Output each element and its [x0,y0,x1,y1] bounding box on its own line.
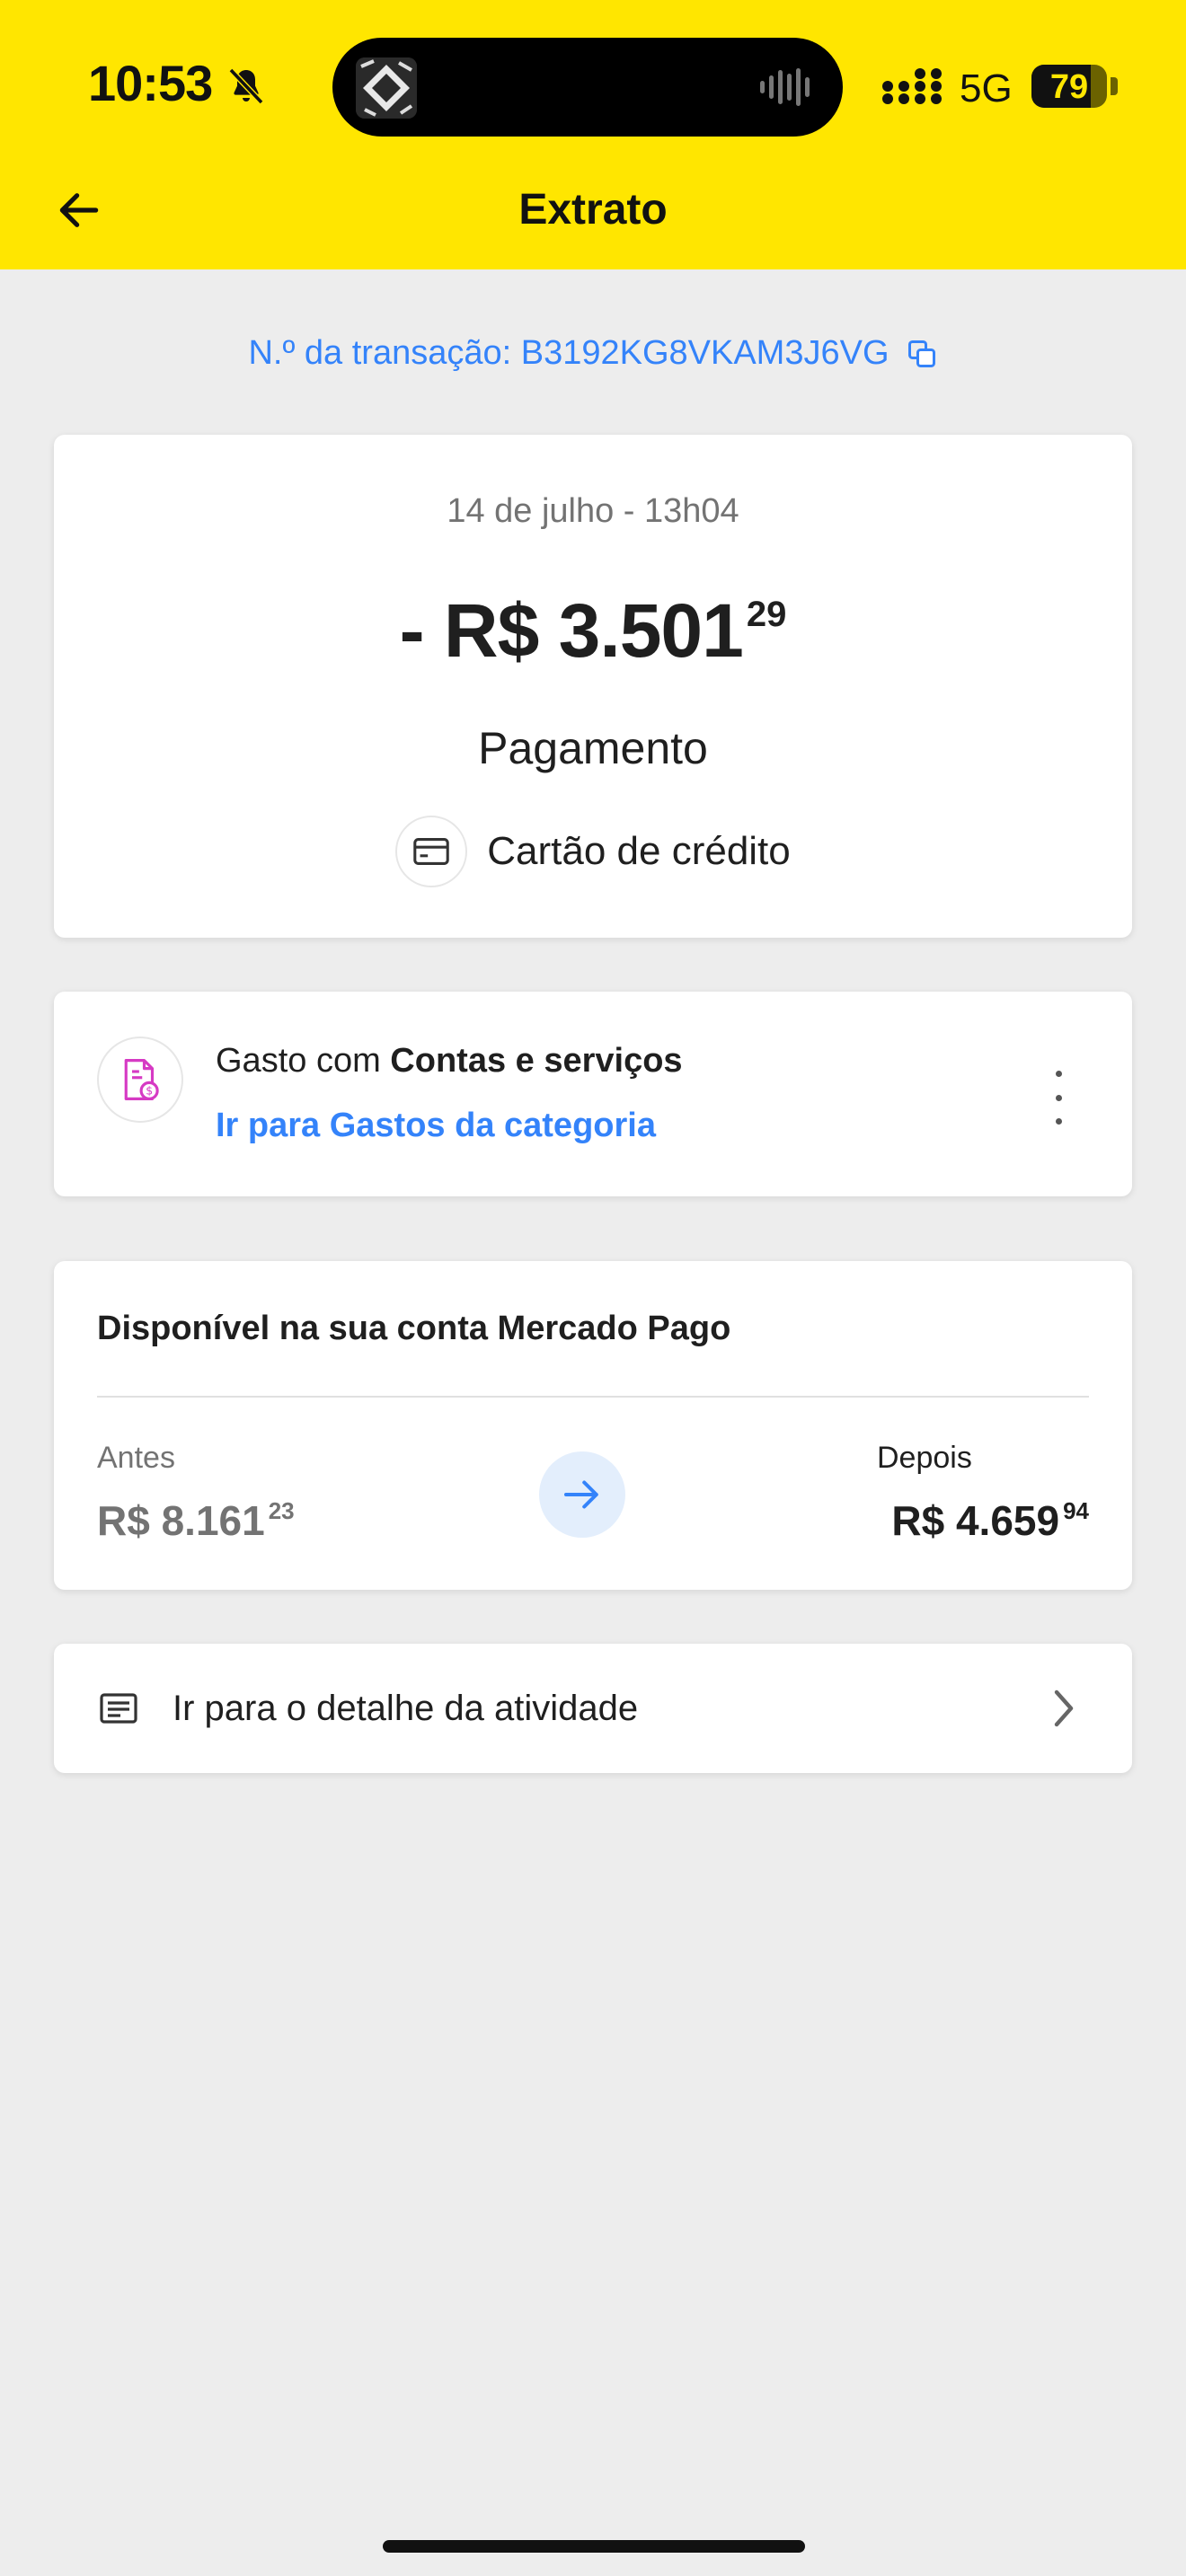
home-indicator[interactable] [383,2540,805,2553]
audio-waveform-icon [760,68,810,106]
cellular-signal-icon [882,68,942,104]
transaction-amount: - R$ 3.501 29 [54,587,1132,675]
arrow-right-icon [563,1480,598,1509]
category-spending-link[interactable]: Ir para Gastos da categoria [216,1107,656,1145]
credit-card-icon [413,838,449,865]
amount-main: - R$ 3.501 [399,588,744,673]
balance-after-main: R$ 4.659 [891,1497,1060,1544]
operation-type: Pagamento [478,723,708,773]
more-options-icon[interactable] [1040,1071,1076,1125]
category-description: Gasto com Contas e serviços [216,1042,683,1081]
balance-after-cents: 94 [1063,1497,1089,1524]
transaction-summary-card: 14 de julho - 13h04 - R$ 3.501 29 Pagamen… [54,435,1132,938]
balance-card: Disponível na sua conta Mercado Pago Ant… [54,1261,1132,1590]
activity-detail-link[interactable]: Ir para o detalhe da atividade [54,1644,1132,1773]
credit-card-icon-badge [395,816,468,887]
category-card: $ Gasto com Contas e serviços Ir para Ga… [54,992,1132,1196]
transaction-date: 14 de julho - 13h04 [447,492,739,530]
bill-icon: $ [124,1059,159,1100]
divider [97,1396,1089,1398]
category-prefix: Gasto com [216,1042,391,1080]
arrow-right-icon-badge [539,1451,625,1538]
page-title: Extrato [518,186,668,234]
bell-muted-icon [228,67,264,105]
payment-method-label: Cartão de crédito [487,829,791,873]
battery-tip [1111,77,1118,95]
balance-before-value: R$ 8.161 23 [97,1496,295,1545]
network-type: 5G [960,66,1013,110]
balance-after-value: R$ 4.659 94 [891,1496,1089,1545]
svg-text:$: $ [146,1085,153,1098]
status-time: 10:53 [88,55,213,111]
now-playing-artwork [356,57,417,119]
balance-before-main: R$ 8.161 [97,1497,265,1544]
battery-percent: 79 [1049,68,1089,106]
balance-title: Disponível na sua conta Mercado Pago [97,1310,731,1347]
transaction-number: N.º da transação: B3192KG8VKAM3J6VG [248,334,890,372]
transaction-number-row: N.º da transação: B3192KG8VKAM3J6VG [0,334,1186,373]
chevron-right-icon [1054,1689,1074,1727]
payment-method: Cartão de crédito [54,816,1132,887]
category-name: Contas e serviços [390,1042,683,1080]
activity-detail-label: Ir para o detalhe da atividade [173,1689,639,1728]
copy-icon[interactable] [906,338,938,370]
dynamic-island [332,38,843,137]
amount-cents: 29 [746,595,787,634]
balance-before-cents: 23 [268,1497,295,1524]
balance-after-label: Depois [877,1441,972,1475]
app-header: 10:53 5G 79 Extrato [0,0,1186,269]
bill-icon-badge: $ [97,1037,183,1123]
battery-indicator: 79 [1031,65,1107,108]
balance-before-label: Antes [97,1441,175,1475]
receipt-list-icon [100,1693,137,1724]
